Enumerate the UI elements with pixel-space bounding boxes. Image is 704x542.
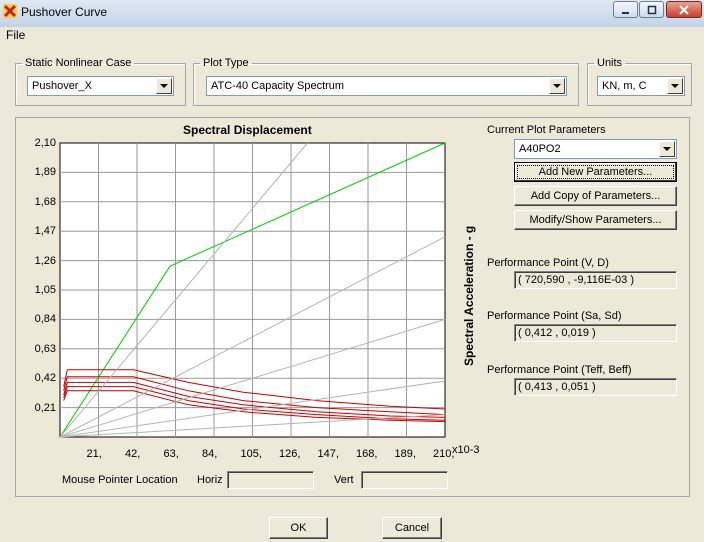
params-value: A40PO2 bbox=[519, 143, 561, 155]
x-multiplier-label: x10-3 bbox=[452, 444, 480, 456]
x-tick-label: 189, bbox=[394, 448, 416, 460]
y-tick-label: 1,05 bbox=[34, 284, 56, 296]
y-tick-label: 1,89 bbox=[34, 166, 56, 179]
mouse-pointer-label: Mouse Pointer Location bbox=[62, 474, 178, 486]
vert-readout bbox=[361, 471, 448, 489]
perf-sasd-value: ( 0,412 , 0,019 ) bbox=[518, 327, 596, 339]
vert-label: Vert bbox=[334, 474, 354, 486]
perf-vd-readout: ( 720,590 , -9,116E-03 ) bbox=[514, 271, 677, 289]
perf-sasd-label: Performance Point (Sa, Sd) bbox=[487, 310, 622, 322]
params-select[interactable]: A40PO2 bbox=[514, 139, 677, 159]
x-tick-label: 42, bbox=[125, 448, 141, 460]
current-params-label: Current Plot Parameters bbox=[487, 124, 606, 136]
ok-button[interactable]: OK bbox=[269, 517, 328, 539]
horiz-readout bbox=[227, 471, 314, 489]
x-tick-label: 105, bbox=[240, 448, 262, 460]
x-tick-label: 84, bbox=[202, 448, 218, 460]
perf-teff-readout: ( 0,413 , 0,051 ) bbox=[514, 378, 677, 396]
chart-title: Spectral Displacement bbox=[183, 123, 312, 137]
params-dropdown-button[interactable] bbox=[659, 141, 675, 157]
y-tick-label: 2,10 bbox=[34, 137, 56, 149]
perf-vd-value: ( 720,590 , -9,116E-03 ) bbox=[518, 274, 634, 286]
horiz-label: Horiz bbox=[197, 474, 223, 486]
x-tick-label: 147, bbox=[317, 448, 339, 460]
add-copy-parameters-button[interactable]: Add Copy of Parameters... bbox=[514, 186, 677, 206]
perf-vd-label: Performance Point (V, D) bbox=[487, 257, 609, 269]
y-tick-label: 1,26 bbox=[34, 254, 56, 267]
y-tick-label: 0,21 bbox=[34, 401, 56, 414]
x-tick-label: 63, bbox=[163, 448, 179, 460]
y-tick-label: 0,84 bbox=[34, 313, 56, 326]
perf-teff-value: ( 0,413 , 0,051 ) bbox=[518, 381, 596, 393]
y-tick-label: 0,42 bbox=[34, 372, 56, 385]
y-axis-label: Spectral Acceleration - g bbox=[462, 225, 476, 366]
x-tick-label: 21, bbox=[86, 448, 102, 460]
chevron-down-icon bbox=[663, 147, 671, 151]
add-new-parameters-button[interactable]: Add New Parameters... bbox=[514, 162, 677, 182]
cancel-button[interactable]: Cancel bbox=[382, 517, 442, 539]
perf-sasd-readout: ( 0,412 , 0,019 ) bbox=[514, 324, 677, 342]
modify-show-parameters-button[interactable]: Modify/Show Parameters... bbox=[514, 210, 677, 230]
y-tick-label: 1,47 bbox=[34, 225, 56, 238]
y-tick-label: 1,68 bbox=[34, 195, 56, 208]
perf-teff-label: Performance Point (Teff, Beff) bbox=[487, 364, 632, 376]
x-tick-label: 168, bbox=[356, 448, 378, 460]
x-tick-label: 126, bbox=[279, 448, 301, 460]
y-tick-label: 0,63 bbox=[34, 342, 56, 355]
